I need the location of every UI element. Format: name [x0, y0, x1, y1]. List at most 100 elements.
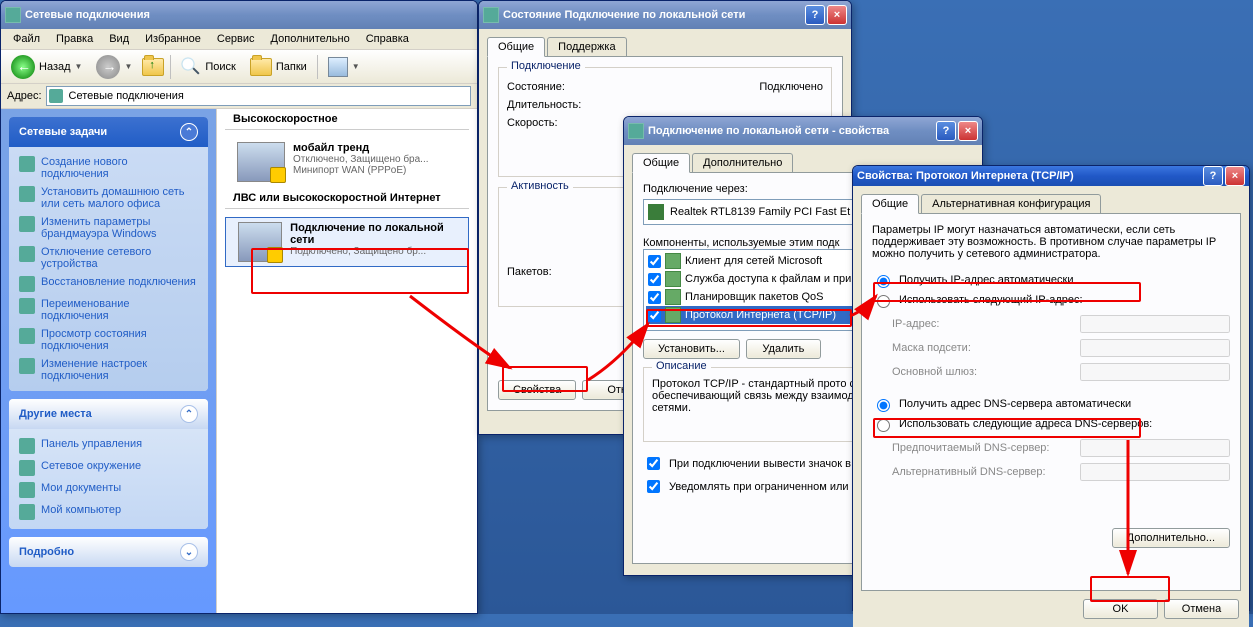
install-button[interactable]: Установить...	[643, 339, 740, 359]
menu-edit[interactable]: Правка	[50, 31, 99, 47]
help-button[interactable]: ?	[1203, 166, 1223, 186]
explorer-window: Сетевые подключения Файл Правка Вид Избр…	[0, 0, 478, 614]
radio-auto-ip[interactable]	[877, 275, 890, 288]
component-checkbox[interactable]	[648, 273, 661, 286]
tasks-header[interactable]: Сетевые задачи⌃	[9, 117, 208, 147]
gateway-input	[1080, 363, 1230, 381]
notify-checkbox[interactable]	[647, 480, 660, 493]
tcpip-window: Свойства: Протокол Интернета (TCP/IP) ? …	[852, 165, 1250, 611]
task-link[interactable]: Восстановление подключения	[19, 273, 198, 295]
task-link[interactable]: Просмотр состояния подключения	[19, 325, 198, 355]
titlebar[interactable]: Свойства: Протокол Интернета (TCP/IP) ? …	[853, 166, 1249, 186]
chevron-up-icon[interactable]: ⌃	[180, 405, 198, 423]
task-link[interactable]: Создание нового подключения	[19, 153, 198, 183]
back-icon	[11, 55, 35, 79]
group-activity: Активность	[507, 180, 573, 192]
up-icon[interactable]: ↑	[142, 58, 164, 76]
window-title: Свойства: Протокол Интернета (TCP/IP)	[857, 170, 1203, 182]
close-button[interactable]: ×	[958, 121, 978, 141]
chevron-down-icon: ▼	[75, 62, 83, 71]
place-link[interactable]: Мой компьютер	[19, 501, 198, 523]
tab-general[interactable]: Общие	[632, 153, 690, 173]
dns2-input	[1080, 463, 1230, 481]
tray-checkbox[interactable]	[647, 457, 660, 470]
menu-help[interactable]: Справка	[360, 31, 415, 47]
component-checkbox[interactable]	[648, 291, 661, 304]
place-icon	[19, 504, 35, 520]
window-title: Подключение по локальной сети - свойства	[648, 125, 936, 137]
search-icon	[181, 57, 201, 77]
chevron-up-icon[interactable]: ⌃	[180, 123, 198, 141]
place-icon	[19, 460, 35, 476]
forward-icon	[96, 55, 120, 79]
radio-manual-dns[interactable]	[877, 419, 890, 432]
menu-advanced[interactable]: Дополнительно	[265, 31, 356, 47]
back-button[interactable]: Назад ▼	[7, 53, 86, 81]
cancel-button[interactable]: Отмена	[1164, 599, 1239, 619]
menu-tools[interactable]: Сервис	[211, 31, 261, 47]
tab-advanced[interactable]: Дополнительно	[692, 153, 793, 172]
address-label: Адрес:	[7, 90, 42, 102]
status-icon	[483, 7, 499, 23]
place-link[interactable]: Панель управления	[19, 435, 198, 457]
nic-name: Realtek RTL8139 Family PCI Fast Et	[670, 206, 850, 218]
help-button[interactable]: ?	[805, 5, 825, 25]
other-places-header[interactable]: Другие места⌃	[9, 399, 208, 429]
titlebar[interactable]: Состояние Подключение по локальной сети …	[479, 1, 851, 29]
place-icon	[19, 438, 35, 454]
tab-general[interactable]: Общие	[861, 194, 919, 214]
component-checkbox[interactable]	[648, 255, 661, 268]
task-icon	[19, 298, 35, 314]
details-header[interactable]: Подробно⌄	[9, 537, 208, 567]
search-button[interactable]: Поиск	[177, 55, 239, 79]
task-link[interactable]: Установить домашнюю сеть или сеть малого…	[19, 183, 198, 213]
connection-icon	[237, 142, 285, 182]
task-link[interactable]: Отключение сетевого устройства	[19, 243, 198, 273]
task-link[interactable]: Переименование подключения	[19, 295, 198, 325]
address-input[interactable]	[46, 86, 471, 106]
views-icon	[328, 57, 348, 77]
close-button[interactable]: ×	[827, 5, 847, 25]
ok-button[interactable]: OK	[1083, 599, 1158, 619]
menu-view[interactable]: Вид	[103, 31, 135, 47]
radio-manual-ip[interactable]	[877, 295, 890, 308]
chevron-down-icon[interactable]: ⌄	[180, 543, 198, 561]
uninstall-button[interactable]: Удалить	[746, 339, 821, 359]
task-icon	[19, 276, 35, 292]
protocol-icon	[665, 253, 681, 269]
titlebar[interactable]: Подключение по локальной сети - свойства…	[624, 117, 982, 145]
task-link[interactable]: Изменить параметры брандмауэра Windows	[19, 213, 198, 243]
connection-icon	[628, 123, 644, 139]
network-icon	[5, 7, 21, 23]
tab-altconfig[interactable]: Альтернативная конфигурация	[921, 194, 1101, 213]
radio-auto-dns[interactable]	[877, 399, 890, 412]
connection-icon	[238, 222, 282, 262]
place-link[interactable]: Сетевое окружение	[19, 457, 198, 479]
group-connection: Подключение	[507, 60, 585, 72]
connection-item[interactable]: Подключение по локальной сетиПодключено,…	[225, 217, 469, 267]
group-header: ЛВС или высокоскоростной Интернет	[225, 188, 469, 209]
task-icon	[19, 186, 35, 202]
views-button[interactable]: ▼	[324, 55, 364, 79]
help-button[interactable]: ?	[936, 121, 956, 141]
forward-button[interactable]: ▼	[92, 53, 136, 81]
menu-file[interactable]: Файл	[7, 31, 46, 47]
place-icon	[19, 482, 35, 498]
properties-button[interactable]: Свойства	[498, 380, 576, 400]
component-checkbox[interactable]	[648, 309, 661, 322]
window-title: Состояние Подключение по локальной сети	[503, 9, 805, 21]
task-link[interactable]: Изменение настроек подключения	[19, 355, 198, 385]
tab-support[interactable]: Поддержка	[547, 37, 626, 56]
chevron-down-icon: ▼	[124, 62, 132, 71]
group-header: Высокоскоростное	[225, 109, 469, 130]
close-button[interactable]: ×	[1225, 166, 1245, 186]
titlebar[interactable]: Сетевые подключения	[1, 1, 477, 29]
folders-button[interactable]: Папки	[246, 56, 311, 78]
advanced-button[interactable]: Дополнительно...	[1112, 528, 1230, 548]
intro-text: Параметры IP могут назначаться автоматич…	[872, 224, 1230, 260]
place-link[interactable]: Мои документы	[19, 479, 198, 501]
tab-general[interactable]: Общие	[487, 37, 545, 57]
menu-fav[interactable]: Избранное	[139, 31, 207, 47]
connection-item[interactable]: мобайл трендОтключено, Защищено бра...Ми…	[225, 138, 469, 186]
task-icon	[19, 328, 35, 344]
